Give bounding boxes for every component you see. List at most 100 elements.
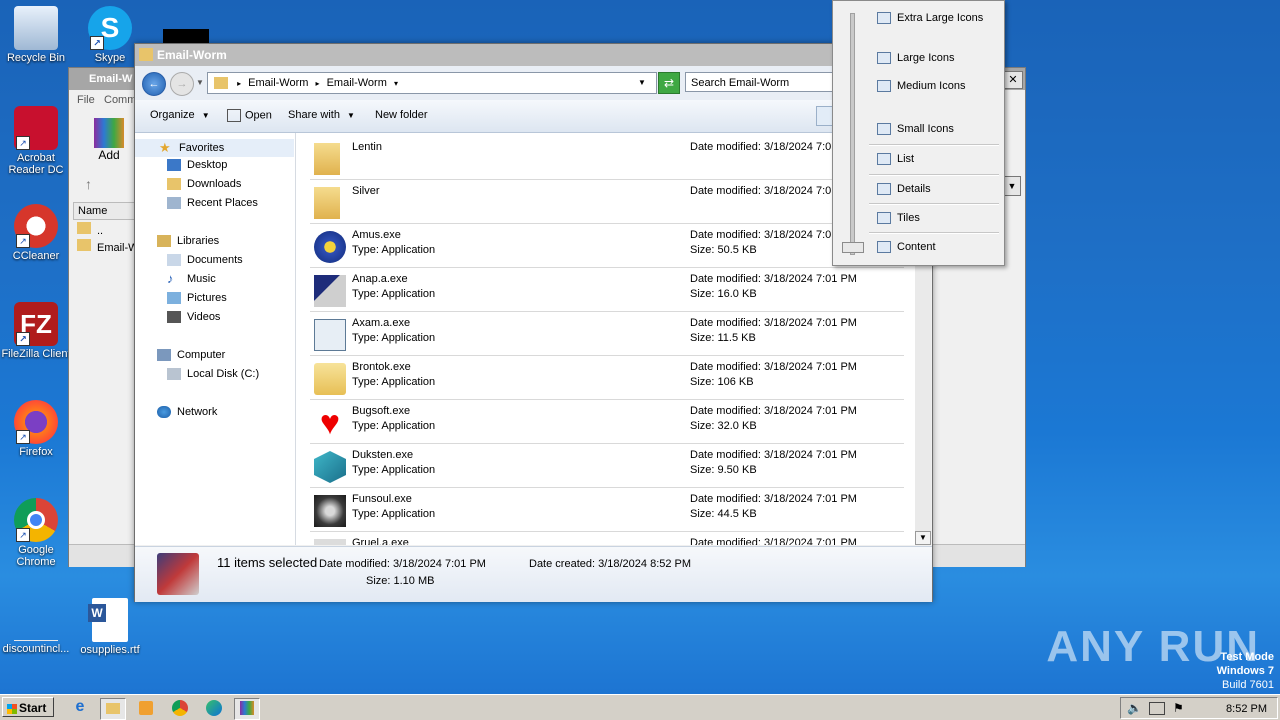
file-row[interactable]: Axam.a.exe Type: Application Date modifi… <box>310 313 904 356</box>
forward-button[interactable]: → <box>170 72 194 96</box>
list-item[interactable]: .. <box>77 222 103 237</box>
application-stack-icon <box>157 553 199 595</box>
list-item[interactable]: Email-W <box>77 239 139 254</box>
nav-documents[interactable]: Documents <box>167 254 243 266</box>
file-row[interactable]: Gruel.a.exe Date modified: 3/18/2024 7:0… <box>310 533 904 545</box>
desktop-icon-ccleaner[interactable]: ↗ CCleaner <box>0 204 72 262</box>
nav-desktop[interactable]: Desktop <box>167 159 227 171</box>
chrome-taskbar-icon[interactable] <box>168 698 192 718</box>
winrar-taskbar-icon[interactable] <box>234 698 260 720</box>
desktop-icon-label: Acrobat Reader DC <box>8 152 64 176</box>
desktop-icon-label: Google Chrome <box>16 544 56 568</box>
back-button[interactable]: ← <box>142 72 166 96</box>
nav-favorites[interactable]: ★ Favorites <box>135 139 294 157</box>
nav-local-disk[interactable]: Local Disk (C:) <box>167 368 259 380</box>
view-menu-item[interactable]: Small Icons <box>877 123 954 135</box>
media-player-taskbar-icon[interactable] <box>134 698 158 718</box>
folder-icon <box>314 187 340 219</box>
file-row[interactable]: Amus.exe Type: Application Date modified… <box>310 225 904 268</box>
internet-explorer-icon[interactable]: e <box>68 698 92 718</box>
open-button[interactable]: Open <box>227 109 272 122</box>
file-row[interactable]: ♥ Bugsoft.exe Type: Application Date mod… <box>310 401 904 444</box>
nav-libraries[interactable]: Libraries <box>157 235 219 247</box>
share-with-button[interactable]: Share with ▼ <box>288 109 355 121</box>
heart-icon: ♥ <box>319 404 341 442</box>
address-dropdown-icon[interactable]: ▼ <box>638 73 646 93</box>
breadcrumb-item[interactable]: Email-Worm <box>248 77 308 89</box>
nav-computer[interactable]: Computer <box>157 349 225 361</box>
network-computer-icon <box>314 275 346 307</box>
music-icon: ♪ <box>167 271 174 286</box>
nav-videos[interactable]: Videos <box>167 311 220 323</box>
column-header-name[interactable]: Name <box>73 202 139 220</box>
desktop-icon-osupplies[interactable]: W osupplies.rtf <box>74 598 146 656</box>
view-menu-item[interactable]: Details <box>877 183 931 195</box>
background-menu-file[interactable]: File <box>77 94 95 106</box>
desktop-icon-firefox[interactable]: ↗ Firefox <box>0 400 72 458</box>
edge-taskbar-icon[interactable] <box>202 698 226 718</box>
organize-button[interactable]: Organize ▼ <box>150 109 210 121</box>
tiles-icon <box>877 212 891 224</box>
new-folder-button[interactable]: New folder <box>375 109 428 121</box>
file-row[interactable]: Funsoul.exe Type: Application Date modif… <box>310 489 904 532</box>
search-input[interactable]: Search Email-Worm <box>685 72 835 92</box>
view-menu-item[interactable]: List <box>877 153 914 165</box>
desktop-icon-filezilla[interactable]: FZ ↗ FileZilla Client <box>0 302 72 360</box>
filezilla-icon: FZ ↗ <box>14 302 58 346</box>
file-row[interactable]: Duksten.exe Type: Application Date modif… <box>310 445 904 488</box>
view-slider-track[interactable] <box>850 13 855 255</box>
recent-pages-dropdown-icon[interactable]: ▼ <box>196 78 204 87</box>
desktop-icon-acrobat[interactable]: ↗ Acrobat Reader DC <box>0 106 72 176</box>
desktop-icon-label: FileZilla Client <box>1 348 71 360</box>
desktop-icon-label: osupplies.rtf <box>80 644 140 656</box>
documents-icon <box>167 254 181 266</box>
view-slider-thumb[interactable] <box>842 242 864 253</box>
view-menu-item[interactable]: Extra Large Icons <box>877 12 983 24</box>
breadcrumb-separator-icon[interactable]: ▸ <box>237 79 241 88</box>
network-tray-icon[interactable] <box>1149 702 1165 715</box>
background-menu-comm[interactable]: Comm <box>104 94 136 106</box>
flag-icon[interactable]: ⚑ <box>1173 701 1184 715</box>
desktop-icon-chrome[interactable]: ↗ Google Chrome <box>0 498 72 568</box>
file-row[interactable]: Silver Date modified: 3/18/2024 7:0 <box>310 181 904 224</box>
breadcrumb-separator-icon[interactable]: ▾ <box>394 79 398 88</box>
view-menu-item[interactable]: Content <box>877 241 936 253</box>
explorer-window[interactable]: Email-Worm ← → ▼ ▸ Email-Worm ▸ Email-Wo… <box>134 43 933 602</box>
chevron-down-icon: ▼ <box>201 111 210 120</box>
file-row[interactable]: Brontok.exe Type: Application Date modif… <box>310 357 904 400</box>
windows-logo-icon <box>7 703 17 714</box>
nav-pictures[interactable]: Pictures <box>167 292 227 304</box>
refresh-button[interactable]: ⇄ <box>658 72 680 94</box>
view-menu-item[interactable]: Tiles <box>877 212 920 224</box>
file-row[interactable]: Anap.a.exe Type: Application Date modifi… <box>310 269 904 312</box>
add-button[interactable]: Add <box>89 118 129 162</box>
nav-downloads[interactable]: Downloads <box>167 178 241 190</box>
breadcrumb-item[interactable]: Email-Worm <box>327 77 387 89</box>
title-bar[interactable]: Email-Worm <box>135 44 932 66</box>
small-icons-icon <box>877 123 891 135</box>
address-field[interactable]: ▸ Email-Worm ▸ Email-Worm ▾ ▼ <box>207 72 657 94</box>
desktop-icon-label: Firefox <box>19 446 53 458</box>
up-arrow-icon[interactable]: ↑ <box>85 176 92 192</box>
star-icon: ★ <box>159 140 171 155</box>
view-menu-item[interactable]: Large Icons <box>877 52 954 64</box>
desktop-icon-recycle-bin[interactable]: Recycle Bin <box>0 6 72 64</box>
desktop-icon-discountincl[interactable]: discountincl... <box>0 602 72 655</box>
start-button[interactable]: Start <box>2 697 54 717</box>
breadcrumb-separator-icon[interactable]: ▸ <box>316 79 320 88</box>
blank-file-icon <box>14 602 58 641</box>
network-icon <box>157 406 171 418</box>
nav-music[interactable]: ♪ Music <box>167 271 216 286</box>
nav-recent-places[interactable]: Recent Places <box>167 197 258 209</box>
scroll-down-button[interactable]: ▼ <box>915 531 931 545</box>
nav-network[interactable]: Network <box>157 406 217 418</box>
view-menu[interactable]: Extra Large Icons Large Icons Medium Ico… <box>832 0 1005 266</box>
file-row[interactable]: Lentin Date modified: 3/18/2024 7:0 <box>310 137 904 180</box>
details-icon <box>877 183 891 195</box>
file-explorer-taskbar-icon[interactable] <box>100 698 126 720</box>
clock[interactable]: 8:52 PM <box>1226 703 1267 715</box>
dropdown-button[interactable]: ▼ <box>1003 176 1021 196</box>
view-menu-item[interactable]: Medium Icons <box>877 80 965 92</box>
close-icon[interactable]: ✕ <box>1003 71 1023 89</box>
volume-icon[interactable]: 🔈 <box>1127 701 1142 715</box>
